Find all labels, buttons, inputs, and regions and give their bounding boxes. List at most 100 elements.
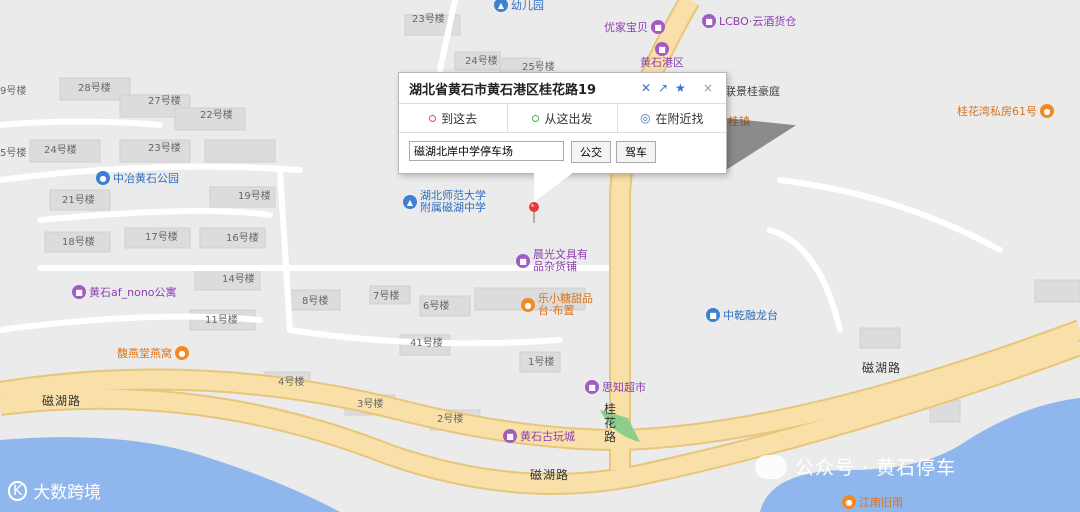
building-icon: ■ <box>706 308 720 322</box>
shop-icon: ■ <box>651 20 665 34</box>
watermark-left: K 大数跨境 <box>8 478 101 503</box>
star-icon[interactable]: ★ <box>675 81 686 95</box>
building-label: 19号楼 <box>238 191 271 202</box>
destination-input[interactable] <box>409 141 564 161</box>
shop-icon: ■ <box>503 429 517 443</box>
location-marker-icon[interactable] <box>528 201 540 223</box>
share-icon[interactable]: ↗ <box>658 81 668 95</box>
hotel-icon: ■ <box>72 285 86 299</box>
building-label: 22号楼 <box>200 110 233 121</box>
building-label: 5号楼 <box>0 148 27 159</box>
poi-label: 馥燕堂燕窝 <box>117 346 172 360</box>
building-label: 24号楼 <box>465 56 498 67</box>
building-label: 9号楼 <box>0 86 27 97</box>
building-label: 23号楼 <box>148 143 181 154</box>
poi-chenguang[interactable]: ■ 晨光文具有 品杂货铺 <box>516 249 588 273</box>
location-popup: 湖北省黄石市黄石港区桂花路19 ✕ ↗ ★ × 到这去 从这出发 ◎ 在附近找 … <box>398 72 727 174</box>
poi-label: 品杂货铺 <box>533 260 577 273</box>
tab-label: 从这出发 <box>544 111 593 126</box>
building-label: 7号楼 <box>373 291 400 302</box>
road-label-guihua: 桂花路 <box>604 402 618 444</box>
building-label: 6号楼 <box>423 301 450 312</box>
building-label: 8号楼 <box>302 296 329 307</box>
poi-label: 黄石港区 <box>640 56 684 69</box>
food-icon: ● <box>1040 104 1054 118</box>
building-label: 18号楼 <box>62 237 95 248</box>
poi-label: 思知超市 <box>602 380 646 394</box>
poi-youjia[interactable]: 优家宝贝 ■ <box>604 20 665 34</box>
poi-label: 中冶黄石公园 <box>113 171 179 185</box>
poi-zhongqian[interactable]: ■ 中乾融龙台 <box>706 308 778 322</box>
poi-guwan[interactable]: ■ 黄石古玩城 <box>503 429 575 443</box>
shop-icon: ■ <box>655 42 669 56</box>
poi-label: 桂花湾私房61号 <box>957 104 1037 118</box>
building-label: 4号楼 <box>278 377 305 388</box>
poi-af-nono[interactable]: ■ 黄石af_nono公寓 <box>72 285 177 299</box>
tab-label: 到这去 <box>441 111 478 126</box>
building-label: 41号楼 <box>410 338 443 349</box>
dismiss-icon[interactable]: × <box>703 81 713 95</box>
tab-route-from[interactable]: 从这出发 <box>508 104 618 132</box>
poi-kindergarten[interactable]: ▲ 幼儿园 <box>494 0 544 12</box>
popup-pointer <box>534 172 574 202</box>
watermark-text: 大数跨境 <box>33 483 102 503</box>
tab-label: 在附近找 <box>655 111 704 126</box>
watermark-text: 公众号 · 黄石停车 <box>795 457 957 479</box>
building-label: 16号楼 <box>226 233 259 244</box>
food-icon: ● <box>842 495 856 509</box>
logo-icon: K <box>8 480 28 501</box>
poi-label: 优家宝贝 <box>604 20 648 34</box>
bus-button[interactable]: 公交 <box>571 141 611 163</box>
shop-icon: ■ <box>702 14 716 28</box>
poi-lianjing[interactable]: 联景桂豪庭 <box>725 85 780 98</box>
drive-button[interactable]: 驾车 <box>616 141 656 163</box>
park-icon: ● <box>96 171 110 185</box>
poi-label: 幼儿园 <box>511 0 544 12</box>
close-icon[interactable]: ✕ <box>641 81 651 95</box>
building-label: 27号楼 <box>148 96 181 107</box>
building-label: 17号楼 <box>145 232 178 243</box>
school-icon: ▲ <box>494 0 508 12</box>
poi-lexiaotang[interactable]: ● 乐小糖甜品 台·布置 <box>521 293 593 317</box>
poi-label: 黄石古玩城 <box>520 429 575 443</box>
poi-label: 联景桂豪庭 <box>725 85 780 98</box>
road-label-cihu: 磁湖路 <box>530 468 570 482</box>
building-label: 2号楼 <box>437 414 464 425</box>
wechat-icon <box>755 454 787 479</box>
poi-label: 黄石af_nono公寓 <box>89 285 177 299</box>
building-label: 21号楼 <box>62 195 95 206</box>
poi-yanwo[interactable]: 馥燕堂燕窝 ● <box>117 346 189 360</box>
shop-icon: ■ <box>585 380 599 394</box>
poi-huangshigang[interactable]: ■ 黄石港区 <box>640 42 684 69</box>
poi-label: 附属磁湖中学 <box>420 201 486 214</box>
tab-route-to[interactable]: 到这去 <box>399 104 509 132</box>
poi-jiangnan[interactable]: ● 江南旧雨 <box>842 495 903 509</box>
route-to-icon <box>429 114 437 122</box>
building-label: 28号楼 <box>78 83 111 94</box>
food-icon: ● <box>175 346 189 360</box>
watermark-right: 公众号 · 黄石停车 <box>755 453 956 480</box>
poi-guihuawan[interactable]: 桂花湾私房61号 ● <box>957 104 1054 118</box>
poi-school[interactable]: ▲ 湖北师范大学 附属磁湖中学 <box>403 190 486 214</box>
poi-zhongye-park[interactable]: ● 中冶黄石公园 <box>96 171 179 185</box>
poi-label: 江南旧雨 <box>859 495 903 509</box>
building-label: 11号楼 <box>205 315 238 326</box>
school-icon: ▲ <box>403 195 417 209</box>
poi-label: LCBO·云酒货仓 <box>719 14 797 28</box>
search-nearby-icon: ◎ <box>640 111 651 125</box>
poi-label: 台·布置 <box>538 304 575 317</box>
poi-label: 中乾融龙台 <box>723 308 778 322</box>
poi-sisi-supermarket[interactable]: ■ 思知超市 <box>585 380 646 394</box>
building-label: 14号楼 <box>222 274 255 285</box>
tab-search-nearby[interactable]: ◎ 在附近找 <box>618 104 726 132</box>
popup-tabs: 到这去 从这出发 ◎ 在附近找 <box>399 103 726 133</box>
poi-lcbo[interactable]: ■ LCBO·云酒货仓 <box>702 14 796 28</box>
building-label: 23号楼 <box>412 14 445 25</box>
road-label-cihu: 磁湖路 <box>42 394 82 408</box>
building-label: 3号楼 <box>357 399 384 410</box>
building-label: 1号楼 <box>528 357 555 368</box>
road-label-cihu: 磁湖路 <box>862 361 902 375</box>
route-from-icon <box>532 114 540 122</box>
food-icon: ● <box>521 298 535 312</box>
popup-title: 湖北省黄石市黄石港区桂花路19 <box>409 83 597 98</box>
